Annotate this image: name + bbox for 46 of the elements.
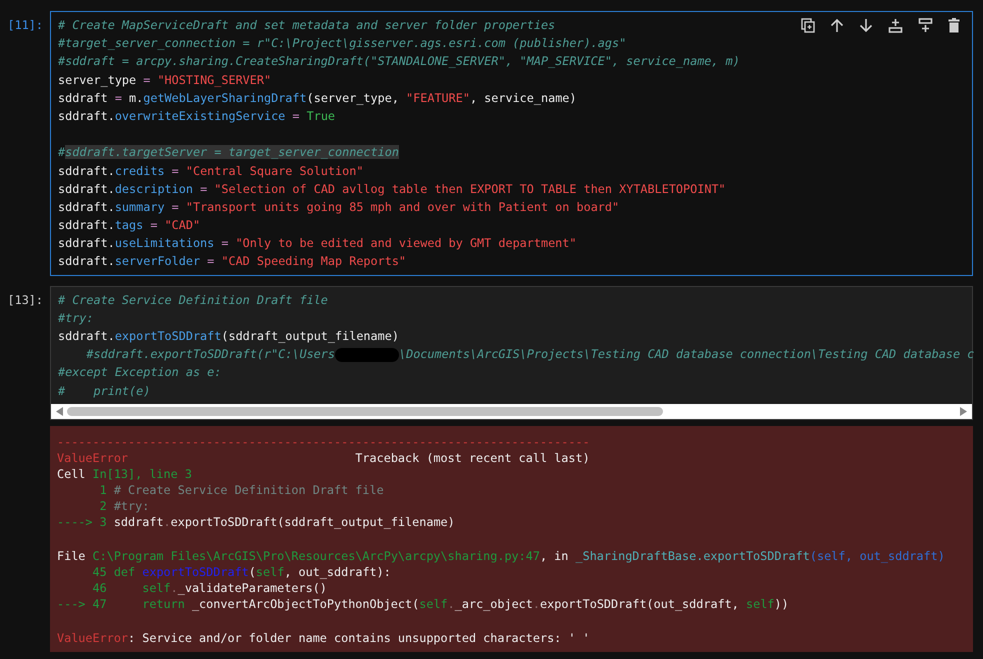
code-text: #sddraft.exportToSDDraft(r"C:\Users — [85, 347, 335, 362]
scroll-right-icon[interactable] — [960, 406, 967, 416]
code-line: # Create Service Definition Draft file — [58, 292, 328, 309]
code-line: #target_server_connection = r"C:\Project\gisserver.ags.esri.com (publisher).ags" — [58, 35, 626, 52]
traceback-line: ---> 47 return _convertArcObjectToPythonObject(self._arc_object.exportToSDDraft(out_sddraft, self)) — [57, 596, 789, 612]
code-cell[interactable] — [50, 286, 973, 420]
code-line: server_type = "HOSTING_SERVER" — [58, 72, 272, 89]
traceback-line: 1 # Create Service Definition Draft file — [98, 482, 384, 498]
code-line: #sddraft.targetServer = target_server_connection — [58, 144, 399, 162]
code-line: sddraft.exportToSDDraft(sddraft_output_filename) — [58, 328, 399, 345]
duplicate-icon[interactable] — [801, 18, 815, 33]
arrow-up-icon[interactable] — [830, 18, 844, 33]
code-line: #try: — [58, 310, 94, 327]
code-line: # Create MapServiceDraft and set metadata and server folder properties — [58, 17, 556, 34]
traceback-line: File C:\Program Files\ArcGIS\Pro\Resources\ArcPy\arcpy\sharing.py:47, in _SharingDraftBase.exportToSDDraft(self, out_sddraft) — [57, 548, 945, 564]
insert-below-icon[interactable] — [918, 18, 933, 33]
code-line: #sddraft = arcpy.sharing.CreateSharingDraft("STANDALONE_SERVER", "MAP_SERVICE", service_name, m) — [58, 53, 740, 70]
traceback-line: Cell In[13], line 3 — [57, 466, 192, 482]
code-cell[interactable] — [50, 11, 973, 276]
insert-above-icon[interactable] — [888, 18, 903, 33]
code-text: \Documents\ArcGIS\Projects\Testing CAD database connection\Testing CAD database c — [399, 347, 974, 362]
code-line: sddraft.useLimitations = "Only to be edited and viewed by GMT department" — [58, 235, 576, 252]
code-line: sddraft.description = "Selection of CAD avllog table then EXPORT TO TABLE then XYTABLETOPOINT" — [58, 180, 726, 198]
cell-prompt: [13]: — [6, 292, 44, 309]
redaction-mark — [335, 348, 399, 362]
code-line: sddraft.tags = "CAD" — [58, 217, 200, 234]
code-line: # print(e) — [58, 382, 150, 400]
code-line: sddraft.serverFolder = "CAD Speeding Map Reports" — [58, 253, 406, 270]
delete-icon[interactable] — [948, 18, 960, 33]
traceback-line: 2 #try: — [98, 498, 150, 514]
cell-prompt: [11]: — [6, 17, 44, 34]
traceback-line: 46 self._validateParameters() — [92, 580, 327, 596]
code-line: sddraft.overwriteExistingService = True — [58, 108, 336, 125]
traceback-line: --------------------------------------------------------------------------- — [57, 434, 590, 450]
traceback-line: 45 def exportToSDDraft(self, out_sddraft): — [92, 564, 391, 580]
code-line: sddraft = m.getWebLayerSharingDraft(server_type, "FEATURE", service_name) — [58, 90, 577, 107]
code-line: #except Exception as e: — [58, 364, 222, 382]
scrollbar-thumb[interactable] — [67, 406, 663, 416]
scroll-left-icon[interactable] — [56, 406, 63, 416]
code-line: sddraft.credits = "Central Square Solution" — [58, 162, 364, 180]
horizontal-scrollbar[interactable] — [51, 404, 972, 419]
arrow-down-icon[interactable] — [859, 18, 873, 33]
code-line: sddraft.summary = "Transport units going 85 mph and over with Patient on board" — [58, 198, 620, 216]
traceback-line: ValueError: Service and/or folder name contains unsupported characters: ' ' — [57, 630, 590, 646]
traceback-line: ValueError Traceback (most recent call last) — [57, 450, 590, 466]
traceback-line: ----> 3 sddraft.exportToSDDraft(sddraft_output_filename) — [57, 514, 455, 530]
